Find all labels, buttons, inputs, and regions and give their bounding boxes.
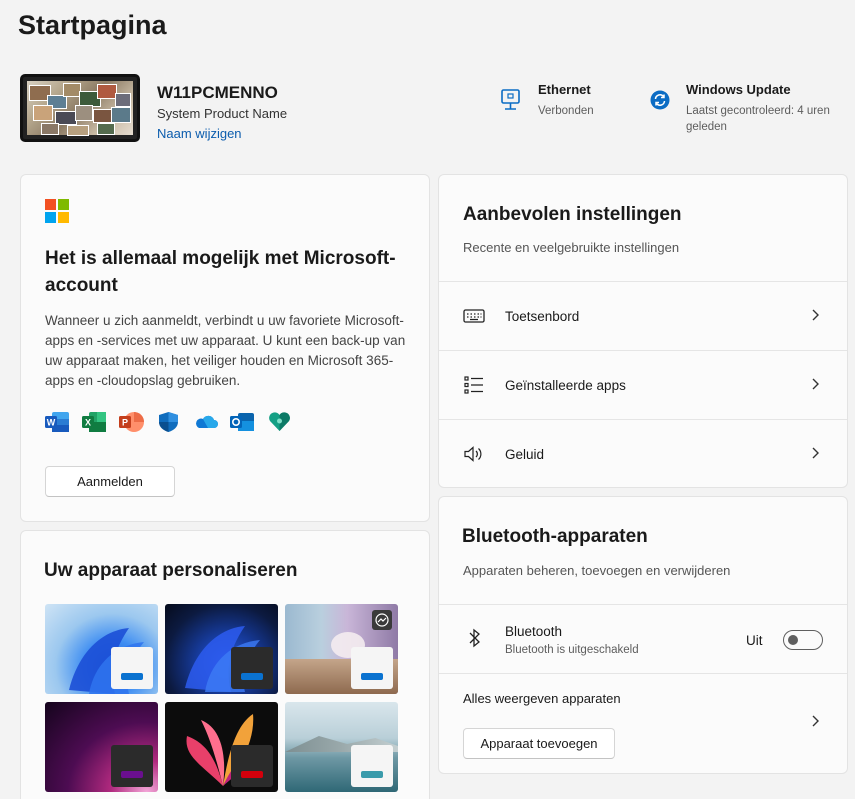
app-icons-row: W X P [45,411,292,433]
recommended-item-keyboard[interactable]: Toetsenbord [439,281,847,350]
ethernet-title: Ethernet [538,82,591,97]
excel-icon: X [82,412,106,432]
recommended-item-label: Geïnstalleerde apps [505,377,626,393]
wallpaper-spotlight[interactable] [285,604,398,694]
recommended-subtitle: Recente en veelgebruikte instellingen [463,240,680,255]
keyboard-icon [463,309,485,323]
bluetooth-toggle[interactable] [783,630,823,650]
chevron-right-icon [812,715,819,727]
bluetooth-toggle-sub: Bluetooth is uitgeschakeld [505,644,639,656]
windows-update-title: Windows Update [686,82,791,97]
view-all-devices-label: Alles weergeven apparaten [463,691,621,706]
svg-text:X: X [85,418,91,428]
add-device-button[interactable]: Apparaat toevoegen [463,728,615,759]
personalize-title: Uw apparaat personaliseren [44,560,298,581]
recommended-title: Aanbevolen instellingen [463,204,682,225]
device-model: System Product Name [157,106,288,121]
wallpaper-theme-preview [351,647,393,689]
sync-icon [650,90,670,110]
page-title: Startpagina [18,10,167,40]
wallpaper-theme-preview [231,647,273,689]
wallpaper-windows-dark[interactable] [165,604,278,694]
svg-text:W: W [47,418,56,428]
ethernet-status[interactable]: Ethernet Verbonden [538,82,633,119]
chevron-right-icon [812,447,819,459]
microsoft-account-card: Het is allemaal mogelijk met Microsoft-a… [20,174,430,522]
ethernet-icon [501,89,520,110]
speaker-icon [464,446,482,462]
wallpaper-captured-motion[interactable] [165,702,278,792]
recommended-item-installed-apps[interactable]: Geïnstalleerde apps [439,350,847,419]
signin-button[interactable]: Aanmelden [45,466,175,497]
family-safety-icon [269,412,290,431]
word-icon: W [45,412,69,432]
recommended-item-label: Toetsenbord [505,308,580,324]
wallpaper-theme-preview [351,745,393,787]
wallpaper-glow[interactable] [45,702,158,792]
bluetooth-icon [469,628,480,648]
chevron-right-icon [812,309,819,321]
microsoft-account-body: Wanneer u zich aanmeldt, verbindt u uw f… [45,313,406,388]
bluetooth-toggle-row: Bluetooth Bluetooth is uitgeschakeld Uit [439,604,847,673]
microsoft-logo-icon [45,199,69,223]
outlook-icon [230,413,254,431]
toggle-knob [788,635,798,645]
bluetooth-title: Bluetooth-apparaten [462,526,648,547]
chevron-right-icon [812,378,819,390]
recommended-settings-card: Aanbevolen instellingen Recente en veelg… [438,174,848,488]
recommended-item-sound[interactable]: Geluid [439,419,847,487]
windows-update-status[interactable]: Windows Update Laatst gecontroleerd: 4 u… [686,82,846,135]
ethernet-subtitle: Verbonden [538,105,594,117]
bluetooth-subtitle: Apparaten beheren, toevoegen en verwijde… [463,563,731,578]
rename-link[interactable]: Naam wijzigen [157,126,242,141]
wallpaper-flow[interactable] [285,702,398,792]
apps-list-icon [464,376,483,394]
wallpaper-theme-preview [231,745,273,787]
spotlight-badge-icon [372,610,392,630]
svg-text:P: P [122,418,128,428]
bluetooth-view-all-row[interactable]: Alles weergeven apparaten Apparaat toevo… [439,673,847,773]
onedrive-icon [196,415,218,428]
personalize-card: Uw apparaat personaliseren [20,530,430,799]
microsoft-account-heading: Het is allemaal mogelijk met Microsoft-a… [45,248,396,296]
device-name: W11PCMENNO [157,83,278,102]
recommended-item-label: Geluid [505,446,545,462]
wallpaper-windows-light[interactable] [45,604,158,694]
bluetooth-toggle-state: Uit [746,633,763,648]
wallpaper-theme-preview [111,745,153,787]
windows-update-subtitle: Laatst gecontroleerd: 4 uren geleden [686,105,830,133]
defender-icon [159,412,178,432]
powerpoint-icon: P [119,412,144,432]
bluetooth-card: Bluetooth-apparaten Apparaten beheren, t… [438,496,848,774]
device-thumbnail [20,74,140,142]
bluetooth-toggle-label: Bluetooth [505,624,563,639]
wallpaper-theme-preview [111,647,153,689]
